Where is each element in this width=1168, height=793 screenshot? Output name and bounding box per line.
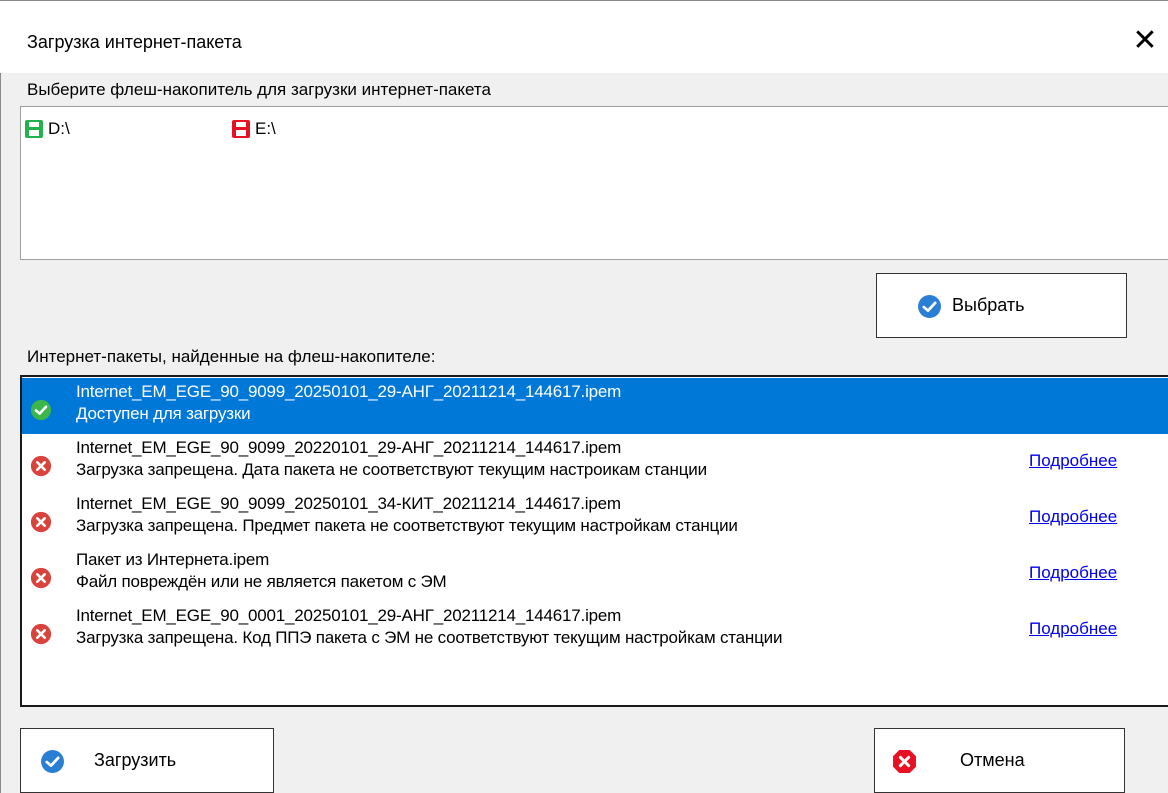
error-circle-icon [30, 455, 52, 477]
list-item[interactable]: Internet_EM_EGE_90_0001_20250101_29-АНГ_… [22, 602, 1168, 658]
package-filename: Internet_EM_EGE_90_9099_20220101_29-АНГ_… [76, 438, 622, 457]
package-status: Доступен для загрузки [76, 404, 251, 423]
list-item[interactable]: Internet_EM_EGE_90_9099_20250101_29-АНГ_… [22, 378, 1168, 434]
drive-item-d[interactable]: D:\ [24, 119, 70, 139]
load-button-label: Загрузить [94, 750, 177, 770]
window-title: Загрузка интернет-пакета [27, 32, 242, 52]
packages-label: Интернет-пакеты, найденные на флеш-накоп… [27, 347, 436, 366]
floppy-disk-icon [25, 120, 43, 138]
package-status: Загрузка запрещена. Предмет пакета не со… [76, 516, 738, 535]
details-link[interactable]: Подробнее [1029, 563, 1117, 583]
ok-circle-icon [30, 399, 52, 421]
packages-list[interactable]: Internet_EM_EGE_90_9099_20250101_29-АНГ_… [20, 375, 1168, 707]
list-item[interactable]: Internet_EM_EGE_90_9099_20220101_29-АНГ_… [22, 434, 1168, 490]
title-bar: Загрузка интернет-пакета ✕ [0, 1, 1168, 73]
check-circle-icon [918, 295, 941, 318]
details-link[interactable]: Подробнее [1029, 507, 1117, 527]
package-status: Загрузка запрещена. Код ППЭ пакета с ЭМ … [76, 628, 783, 647]
drives-list[interactable]: D:\ E:\ [20, 106, 1168, 260]
window-border [0, 0, 1, 793]
cancel-button-label: Отмена [960, 750, 1025, 770]
error-circle-icon [30, 567, 52, 589]
drive-item-e[interactable]: E:\ [231, 119, 276, 139]
drive-label: D:\ [48, 119, 70, 138]
list-item[interactable]: Internet_EM_EGE_90_9099_20250101_34-КИТ_… [22, 490, 1168, 546]
details-link[interactable]: Подробнее [1029, 619, 1117, 639]
check-circle-icon [41, 750, 64, 773]
floppy-disk-icon [232, 120, 250, 138]
select-button-label: Выбрать [952, 295, 1025, 315]
drive-label: E:\ [255, 119, 276, 138]
cancel-icon [893, 750, 916, 773]
select-button[interactable]: Выбрать [876, 273, 1127, 338]
package-filename: Internet_EM_EGE_90_0001_20250101_29-АНГ_… [76, 606, 622, 625]
package-filename: Internet_EM_EGE_90_9099_20250101_34-КИТ_… [76, 494, 621, 513]
package-filename: Internet_EM_EGE_90_9099_20250101_29-АНГ_… [76, 382, 622, 401]
error-circle-icon [30, 511, 52, 533]
details-link[interactable]: Подробнее [1029, 451, 1117, 471]
package-status: Загрузка запрещена. Дата пакета не соотв… [76, 460, 707, 479]
error-circle-icon [30, 623, 52, 645]
drives-label: Выберите флеш-накопитель для загрузки ин… [27, 80, 491, 99]
cancel-button[interactable]: Отмена [874, 728, 1125, 793]
package-status: Файл повреждён или не является пакетом с… [76, 572, 447, 591]
package-filename: Пакет из Интернета.ipem [76, 550, 270, 569]
list-item[interactable]: Пакет из Интернета.ipem Файл повреждён и… [22, 546, 1168, 602]
close-icon[interactable]: ✕ [1130, 26, 1160, 56]
load-button[interactable]: Загрузить [20, 728, 274, 793]
